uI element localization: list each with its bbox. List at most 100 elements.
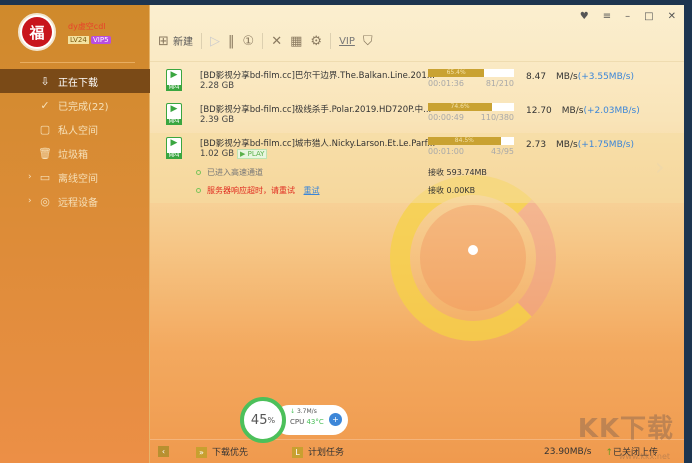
sidebar-item-offline[interactable]: › ▭ 离线空间 xyxy=(0,165,150,189)
remote-icon: ◎ xyxy=(40,194,50,208)
piece-count: 81/210 xyxy=(485,79,514,88)
minimize-button[interactable]: – xyxy=(625,11,630,22)
received-amount: 接收 593.74MB xyxy=(428,168,487,177)
menu-icon[interactable]: ≡ xyxy=(603,11,611,22)
progress-bar: 84.5% xyxy=(428,137,514,145)
status-dot-icon xyxy=(196,188,201,193)
chevron-right-icon[interactable]: › xyxy=(28,172,32,182)
limit-icon[interactable]: ① xyxy=(243,34,255,49)
sidebar-item-completed[interactable]: ✓ 已完成(22) xyxy=(0,93,150,117)
file-type: MP4 xyxy=(166,119,182,125)
main-panel: ♥ ≡ – □ ✕ ⊞ 新建 ▷ ‖ ① ✕ ▦ ⚙ VIP ⛉ ▶ MP4 [BD影视分… xyxy=(150,5,684,463)
upload-arrow-icon: ↑ xyxy=(605,448,613,458)
trash-icon: 🗑 xyxy=(38,146,52,160)
download-row[interactable]: ▶ MP4 [BD影视分享bd-film.cc]巴尔干边界.The.Balkan.… xyxy=(150,65,684,99)
file-size: 1.02 GB xyxy=(200,149,235,159)
down-arrow-icon: ↓ xyxy=(290,408,296,415)
label: 远程设备 xyxy=(58,197,98,209)
sidebar-item-private[interactable]: ▢ 私人空间 xyxy=(0,117,150,141)
speed-widget[interactable]: 45% ↓ 3.7M/s CPU 43°C + xyxy=(240,397,350,443)
file-size-line: 2.28 GB xyxy=(200,81,234,91)
download-row[interactable]: ▶ MP4 [BD影视分享bd-film.cc]城市猎人.Nicky.Larson… xyxy=(150,133,684,203)
label: 已完成(22) xyxy=(58,101,109,113)
lock-icon: ▢ xyxy=(39,122,51,136)
speed-value: 8.47 xyxy=(526,72,547,82)
username[interactable]: dy虚空cdl xyxy=(68,21,106,32)
file-name: [BD影视分享bd-film.cc]极线杀手.Polar.2019.HD720P… xyxy=(200,105,432,115)
sidebar: 福 dy虚空cdl LV24 VIP5 ⇩ 正在下载 ✓ 已完成(22) ▢ 私人空间… xyxy=(0,5,150,463)
priority-button[interactable]: » 下载优先 xyxy=(196,445,248,458)
settings-icon[interactable]: ⚙ xyxy=(310,34,322,49)
status-text: 已进入高速通道 xyxy=(207,168,263,177)
speed-value: 12.70 xyxy=(526,106,552,116)
window-controls: ♥ ≡ – □ ✕ xyxy=(580,11,676,22)
collapse-button[interactable]: ‹ xyxy=(158,446,169,457)
maximize-button[interactable]: □ xyxy=(644,11,653,22)
vip-badge: VIP5 xyxy=(91,36,111,44)
schedule-label: 计划任务 xyxy=(308,448,345,458)
download-row[interactable]: ▶ MP4 [BD影视分享bd-film.cc]极线杀手.Polar.2019.H… xyxy=(150,99,684,133)
label: 私人空间 xyxy=(58,125,98,137)
grid-icon[interactable]: ▦ xyxy=(290,34,302,49)
progress-bar: 65.4% xyxy=(428,69,514,77)
divider xyxy=(150,61,684,62)
file-type: MP4 xyxy=(166,85,182,91)
avatar[interactable]: 福 xyxy=(18,13,56,51)
ring-center-dot xyxy=(468,245,478,255)
ring-inner-decoration xyxy=(420,205,526,311)
pause-button[interactable]: ‖ xyxy=(228,34,235,49)
label: 正在下载 xyxy=(58,77,98,89)
vip-button[interactable]: VIP xyxy=(339,36,355,47)
retry-link[interactable]: 重试 xyxy=(304,186,320,195)
watermark-logo: KK下载 xyxy=(577,414,674,444)
download-speed: 8.47 MB/s(+3.55MB/s) xyxy=(526,72,634,82)
piece-count: 110/380 xyxy=(480,113,514,122)
toolbar: ⊞ 新建 ▷ ‖ ① ✕ ▦ ⚙ VIP ⛉ xyxy=(158,33,373,49)
download-speed: 12.70 MB/s(+2.03MB/s) xyxy=(526,106,640,116)
new-icon: ⊞ xyxy=(158,34,169,49)
schedule-icon: L xyxy=(292,447,304,458)
piece-count: 43/95 xyxy=(490,147,514,156)
percent: 45 xyxy=(250,412,268,428)
divider xyxy=(330,33,332,49)
chevron-right-icon[interactable]: › xyxy=(28,196,32,206)
close-button[interactable]: ✕ xyxy=(668,11,676,22)
widget-percent: 45% xyxy=(240,397,286,443)
total-speed: 23.90MB/s xyxy=(544,446,592,457)
boost-speed: (+1.75MB/s) xyxy=(577,140,634,150)
boost-icon[interactable]: + xyxy=(329,413,342,426)
cloud-icon: ▭ xyxy=(39,170,51,184)
expand-chevron-icon[interactable]: › xyxy=(655,153,665,181)
schedule-button[interactable]: L 计划任务 xyxy=(292,445,344,458)
video-file-icon: ▶ MP4 xyxy=(166,103,182,125)
speed-value: 2.73 xyxy=(526,140,547,150)
divider xyxy=(20,62,135,63)
video-file-icon: ▶ MP4 xyxy=(166,137,182,159)
speed-unit: MB/s xyxy=(556,72,578,82)
error-text: 服务器响应超时，请重试 xyxy=(207,186,295,195)
sidebar-item-trash[interactable]: 🗑 垃圾箱 xyxy=(0,141,150,165)
sidebar-item-downloading[interactable]: ⇩ 正在下载 xyxy=(0,69,150,93)
label: 离线空间 xyxy=(58,173,98,185)
play-button[interactable]: ▶ PLAY xyxy=(237,149,268,159)
speed-unit: MB/s xyxy=(556,140,578,150)
start-button[interactable]: ▷ xyxy=(210,34,220,49)
watermark-url: www.kkx.net xyxy=(618,452,670,461)
download-icon: ⇩ xyxy=(40,74,50,88)
check-circle-icon: ✓ xyxy=(40,98,50,112)
error-line: 服务器响应超时，请重试 重试 xyxy=(196,185,320,196)
priority-label: 下载优先 xyxy=(212,448,249,458)
file-size-line: 1.02 GB ▶ PLAY xyxy=(200,149,268,159)
file-name: [BD影视分享bd-film.cc]巴尔干边界.The.Balkan.Line.… xyxy=(200,71,435,81)
status-dot-icon xyxy=(196,170,201,175)
percent-unit: % xyxy=(267,415,276,425)
widget-speed: 3.7M/s xyxy=(296,408,317,415)
file-type: MP4 xyxy=(166,153,182,159)
skin-icon[interactable]: ♥ xyxy=(580,11,589,22)
divider xyxy=(201,33,203,49)
sidebar-item-remote[interactable]: › ◎ 远程设备 xyxy=(0,189,150,213)
new-task-button[interactable]: ⊞ 新建 xyxy=(158,33,193,49)
delete-button[interactable]: ✕ xyxy=(271,34,282,49)
file-size-line: 2.39 GB xyxy=(200,115,234,125)
shield-icon[interactable]: ⛉ xyxy=(363,34,373,49)
